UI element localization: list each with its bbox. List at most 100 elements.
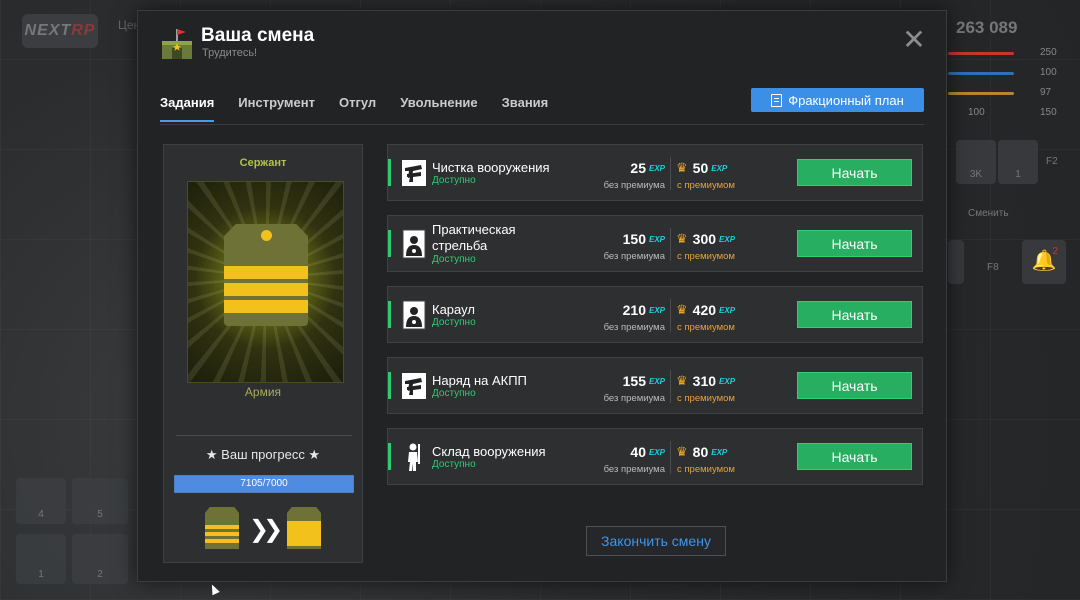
army-base-icon — [162, 29, 192, 59]
xp-base: 150 EXP — [622, 231, 665, 247]
tab-bar: Задания Инструмент Отгул Увольнение Зван… — [160, 95, 548, 122]
tab-tasks[interactable]: Задания — [160, 95, 215, 122]
xp-premium: ♛ 300 EXP — [676, 231, 736, 247]
xp-base: 155 EXP — [622, 373, 665, 389]
hud-stat-health: 250 — [1040, 47, 1057, 58]
gun-icon — [402, 160, 426, 186]
xp-premium-label: с премиумом — [677, 180, 735, 191]
hud-money: 263 089 — [956, 18, 1018, 37]
xp-premium-label: с премиумом — [677, 393, 735, 404]
armor-bar — [948, 72, 1014, 75]
modal-title: Ваша смена — [201, 25, 315, 46]
task-row: Чистка вооружения Доступно 25 EXP ♛ 50 EXP … — [387, 144, 923, 201]
shift-modal: Ваша смена Трудитесь! ✕ Задания Инструме… — [137, 10, 947, 582]
task-status: Доступно — [432, 317, 476, 328]
task-accent — [388, 372, 391, 399]
xp-separator — [670, 370, 671, 403]
xp-base-label: без премиума — [603, 251, 665, 262]
notification-count: 2 — [1052, 246, 1058, 257]
xp-base: 210 EXP — [622, 302, 665, 318]
rank-card: Сержант Армия ★ Ваш прогресс ★ 7105/7000… — [163, 144, 363, 563]
task-name: Практическая стрельба — [432, 222, 516, 253]
xp-separator — [670, 228, 671, 261]
hud-slot-2: 2 — [72, 534, 128, 584]
hud-slot-1: 1 — [16, 534, 66, 584]
task-name: Склад вооружения — [432, 444, 546, 459]
start-button[interactable]: Начать — [797, 443, 912, 470]
task-row: Практическая стрельба Доступно 150 EXP ♛ 30… — [387, 215, 923, 272]
hud-notifications: 🔔 2 — [1022, 240, 1066, 284]
hud-slot-item: 1 — [998, 140, 1038, 184]
crown-icon: ♛ — [676, 373, 688, 388]
rank-divider — [176, 435, 352, 436]
hud-slot-phone — [948, 240, 964, 284]
task-row: Склад вооружения Доступно 40 EXP ♛ 80 EXP б… — [387, 428, 923, 485]
start-button[interactable]: Начать — [797, 230, 912, 257]
task-status: Доступно — [432, 254, 476, 265]
rank-name: Сержант — [239, 157, 287, 169]
start-button[interactable]: Начать — [797, 301, 912, 328]
task-accent — [388, 230, 391, 257]
task-accent — [388, 159, 391, 186]
hud-slot-cash: 3K — [956, 140, 996, 184]
tabs-divider — [160, 124, 924, 125]
target-icon — [402, 300, 426, 330]
faction-plan-button[interactable]: Фракционный план — [751, 88, 924, 112]
task-name: Чистка вооружения — [432, 160, 550, 175]
task-name: Наряд на АКПП — [432, 373, 527, 388]
xp-premium: ♛ 80 EXP — [676, 444, 728, 460]
start-button[interactable]: Начать — [797, 372, 912, 399]
crown-icon: ♛ — [676, 444, 688, 459]
hud-slot-5: 5 — [72, 478, 128, 524]
xp-separator — [670, 441, 671, 474]
hud-stat-hunger: 97 — [1040, 87, 1052, 98]
task-status: Доступно — [432, 388, 476, 399]
xp-base-label: без премиума — [603, 464, 665, 475]
rank-faction: Армия — [244, 385, 282, 399]
hud-stat-armor: 100 — [1040, 67, 1057, 78]
hud-key-f8: F8 — [987, 262, 999, 273]
close-icon[interactable]: ✕ — [902, 26, 926, 54]
progress-text: 7105/7000 — [240, 478, 288, 489]
sergeant-shoulder-strap-icon — [224, 224, 308, 326]
tab-day-off[interactable]: Отгул — [339, 95, 376, 122]
xp-premium-label: с премиумом — [677, 464, 735, 475]
tab-ranks[interactable]: Звания — [502, 95, 549, 122]
xp-premium-label: с премиумом — [677, 322, 735, 333]
task-row: Наряд на АКПП Доступно 155 EXP ♛ 310 EXP бе… — [387, 357, 923, 414]
xp-premium: ♛ 50 EXP — [676, 160, 728, 176]
xp-base: 25 EXP — [630, 160, 665, 176]
gun-icon — [402, 373, 426, 399]
tab-resignation[interactable]: Увольнение — [400, 95, 477, 122]
progress-title: ★ Ваш прогресс ★ — [205, 447, 321, 462]
tab-tools[interactable]: Инструмент — [238, 95, 315, 122]
hud-change-label: Сменить — [968, 208, 1009, 219]
crown-icon: ♛ — [676, 160, 688, 175]
crown-icon: ♛ — [676, 302, 688, 317]
xp-separator — [670, 299, 671, 332]
xp-base-label: без премиума — [603, 393, 665, 404]
target-icon — [402, 229, 426, 259]
xp-separator — [670, 157, 671, 190]
xp-base-label: без премиума — [603, 322, 665, 333]
rank-insignia-art — [187, 181, 344, 383]
hud-stat-shield: 150 — [1040, 107, 1057, 118]
task-name: Караул — [432, 302, 475, 317]
task-row: Караул Доступно 210 EXP ♛ 420 EXP без преми… — [387, 286, 923, 343]
rank-progress-bar: 7105/7000 — [174, 475, 354, 493]
xp-premium-label: с премиумом — [677, 251, 735, 262]
server-logo: NEXT RP — [22, 14, 98, 48]
next-rank-strap-icon — [287, 507, 321, 549]
finish-shift-button[interactable]: Закончить смену — [586, 526, 726, 556]
hud-stat-thirst: 100 — [968, 107, 985, 118]
hud-key-f2: F2 — [1046, 156, 1058, 167]
modal-subtitle: Трудитесь! — [202, 47, 258, 59]
task-status: Доступно — [432, 175, 476, 186]
soldier-icon — [408, 443, 420, 471]
task-accent — [388, 301, 391, 328]
task-status: Доступно — [432, 459, 476, 470]
start-button[interactable]: Начать — [797, 159, 912, 186]
current-rank-strap-icon — [205, 507, 239, 549]
document-icon — [771, 93, 783, 107]
crown-icon: ♛ — [676, 231, 688, 246]
